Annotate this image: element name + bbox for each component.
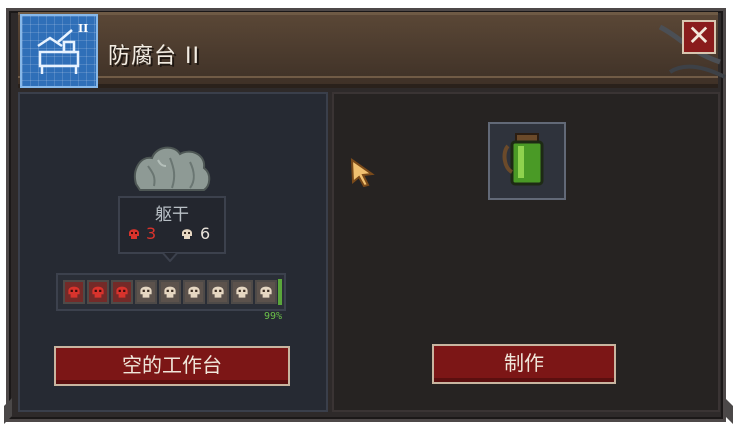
bone-skull-icon <box>164 286 176 298</box>
close-button[interactable]: ✕ <box>682 20 716 54</box>
bone-skull-icon <box>212 286 224 298</box>
bone-skull-icon <box>236 286 248 298</box>
bar-slot-bone-skull <box>135 280 157 304</box>
bone-skull-count: 6 <box>200 224 211 243</box>
quality-percent: 99% <box>264 311 283 322</box>
quality-progress-fill <box>278 279 282 305</box>
torso-bodies-icon <box>134 146 211 191</box>
craft-button[interactable]: 制作 <box>432 344 616 384</box>
bone-skull-icon <box>182 229 192 239</box>
svg-text:II: II <box>78 22 88 35</box>
red-skull-icon <box>116 286 128 298</box>
mouse-cursor-icon <box>350 158 375 188</box>
red-skull-icon <box>129 229 139 239</box>
bone-skull-icon <box>140 286 152 298</box>
bar-slot-red-skull <box>111 280 133 304</box>
green-potion-jar-icon <box>502 133 544 186</box>
red-skull-count: 3 <box>146 224 157 243</box>
bar-slot-bone-skull <box>183 280 205 304</box>
window-title: 防腐台 II <box>108 44 200 69</box>
red-skull-icon <box>68 286 80 298</box>
bar-slot-bone-skull <box>207 280 229 304</box>
blueprint-workbench-icon: II <box>20 14 98 88</box>
corner-decoration-icon <box>725 398 733 424</box>
bar-slot-red-skull <box>87 280 109 304</box>
red-skull-icon <box>92 286 104 298</box>
bar-slot-bone-skull <box>159 280 181 304</box>
corner-decoration-icon <box>4 398 12 424</box>
ingredient-name: 躯干 <box>155 205 189 225</box>
info-pointer <box>162 252 178 262</box>
empty-workbench-button[interactable]: 空的工作台 <box>54 346 290 386</box>
bar-slot-bone-skull <box>255 280 277 304</box>
bone-skull-icon <box>260 286 272 298</box>
bone-skull-icon <box>188 286 200 298</box>
bar-slot-bone-skull <box>231 280 253 304</box>
bar-slot-red-skull <box>63 280 85 304</box>
product-slot[interactable] <box>488 122 566 200</box>
crafting-window-frame: II 防腐台 II ✕ 躯干 3 6 99% 空的工作台 制作 <box>0 0 737 428</box>
